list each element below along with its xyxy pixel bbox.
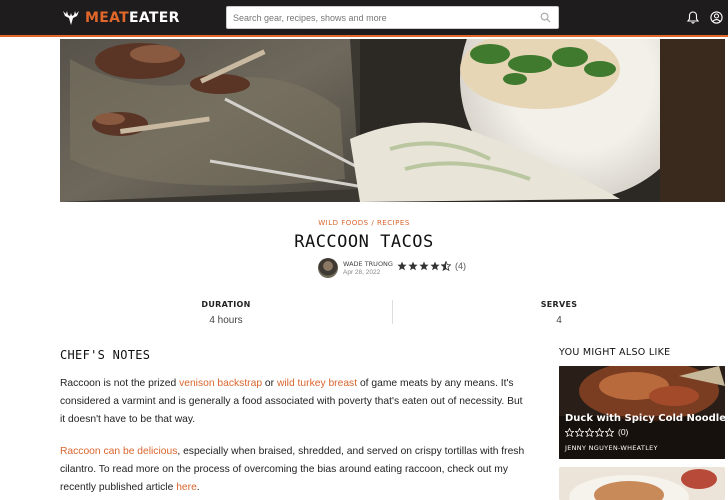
top-nav-bar: MEATEATER bbox=[0, 0, 728, 37]
search-box[interactable] bbox=[226, 6, 559, 29]
avatar[interactable] bbox=[318, 258, 338, 278]
sidebar-heading: YOU MIGHT ALSO LIKE bbox=[559, 347, 671, 358]
search-icon[interactable] bbox=[540, 12, 551, 23]
logo-icon bbox=[63, 11, 79, 25]
card-rating-count: (0) bbox=[618, 427, 629, 437]
breadcrumb-category[interactable]: WILD FOODS bbox=[318, 219, 368, 227]
site-logo[interactable]: MEATEATER bbox=[60, 9, 180, 27]
logo-text-eater: EATER bbox=[129, 10, 180, 26]
article-here-link[interactable]: here bbox=[176, 482, 197, 493]
card-author[interactable]: JENNY NGUYEN-WHEATLEY bbox=[565, 444, 658, 452]
search-input[interactable] bbox=[227, 7, 527, 28]
star-outline-icon bbox=[585, 427, 594, 437]
serves-label: SERVES bbox=[540, 300, 578, 309]
related-recipe-card[interactable]: Duck with Spicy Cold Noodles (0) JENNY N… bbox=[559, 366, 725, 459]
duration-label: DURATION bbox=[201, 300, 251, 309]
duration-stat: DURATION 4 hours bbox=[126, 300, 326, 326]
wild-turkey-breast-link[interactable]: wild turkey breast bbox=[277, 378, 357, 389]
related-recipe-card-2[interactable] bbox=[559, 467, 725, 500]
notes-paragraph-2: Raccoon can be delicious, especially whe… bbox=[60, 446, 525, 493]
breadcrumb: WILD FOODS / RECIPES bbox=[0, 219, 728, 227]
recipe-rating[interactable]: (4) bbox=[397, 261, 466, 271]
user-icon[interactable] bbox=[710, 11, 723, 24]
publish-date: Apr 28, 2022 bbox=[343, 269, 381, 276]
rating-stars bbox=[397, 261, 451, 271]
rating-count: (4) bbox=[455, 261, 466, 271]
stat-divider bbox=[392, 300, 393, 324]
star-outline-icon bbox=[565, 427, 574, 437]
venison-backstrap-link[interactable]: venison backstrap bbox=[179, 378, 262, 389]
breadcrumb-section[interactable]: RECIPES bbox=[377, 219, 410, 227]
star-icon bbox=[397, 261, 407, 271]
star-outline-icon bbox=[595, 427, 604, 437]
author-name[interactable]: WADE TRUONG bbox=[343, 260, 393, 268]
chefs-notes-heading: CHEF'S NOTES bbox=[60, 348, 151, 362]
duration-value: 4 hours bbox=[209, 315, 243, 326]
star-icon bbox=[408, 261, 418, 271]
card-title[interactable]: Duck with Spicy Cold Noodles bbox=[565, 413, 725, 424]
serves-value: 4 bbox=[556, 315, 562, 326]
logo-text-meat: MEAT bbox=[85, 10, 129, 26]
hero-image bbox=[60, 39, 725, 202]
breadcrumb-separator: / bbox=[371, 219, 375, 227]
star-outline-icon bbox=[575, 427, 584, 437]
star-icon bbox=[419, 261, 429, 271]
notes-paragraph-1: Raccoon is not the prized venison backst… bbox=[60, 378, 523, 425]
card-rating: (0) bbox=[565, 427, 628, 437]
recipe-title: RACCOON TACOS bbox=[294, 232, 434, 252]
bell-icon[interactable] bbox=[687, 11, 699, 24]
star-icon bbox=[430, 261, 440, 271]
star-outline-icon bbox=[605, 427, 614, 437]
serves-stat: SERVES 4 bbox=[459, 300, 659, 326]
raccoon-delicious-link[interactable]: Raccoon can be delicious bbox=[60, 446, 177, 457]
half-star-icon bbox=[441, 261, 451, 271]
